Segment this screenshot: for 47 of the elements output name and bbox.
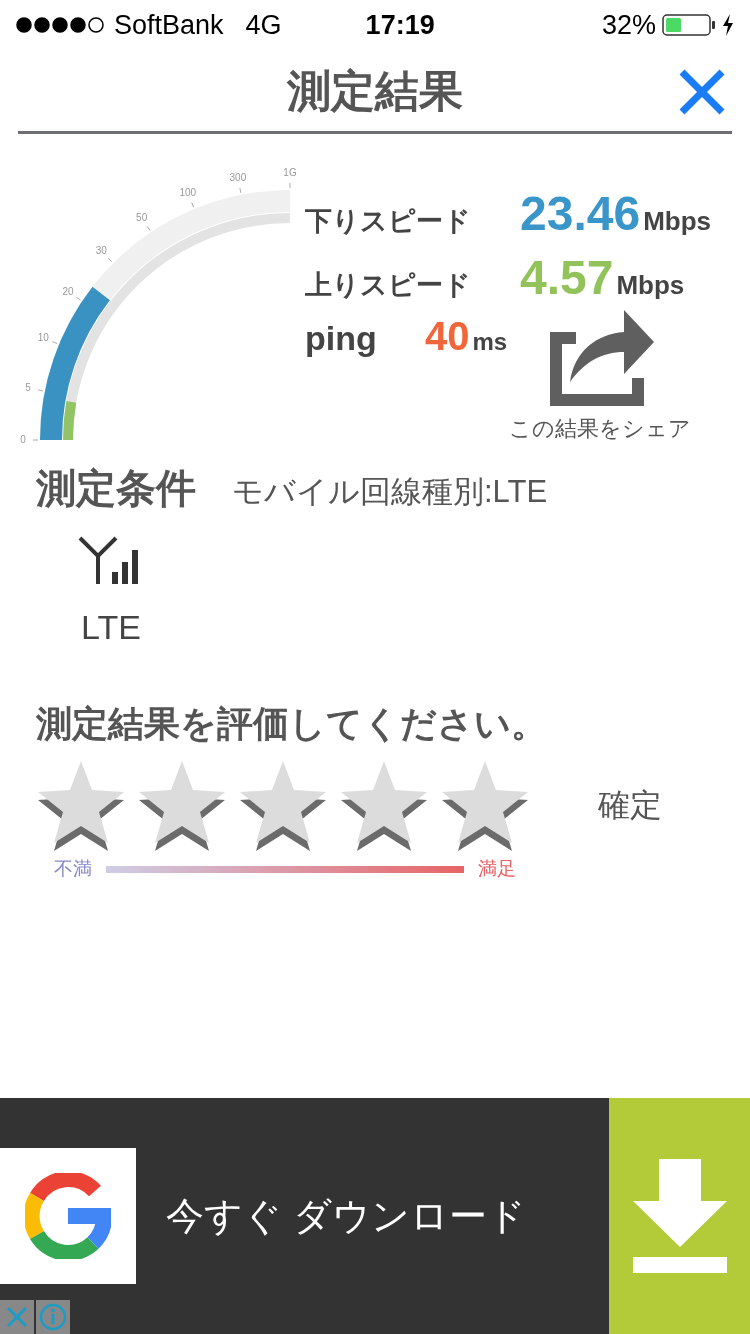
speed-label: 下りスピード — [305, 205, 472, 238]
tick-mark — [191, 202, 195, 208]
page-title: 測定結果 — [287, 64, 463, 117]
ad-text: 今すぐ ダウンロード — [166, 1193, 526, 1239]
result-unit: ms — [472, 327, 508, 357]
result-unit: Mbps — [616, 269, 685, 302]
tick-label: 1G — [283, 167, 297, 178]
tick-mark — [239, 187, 242, 194]
charging-icon — [722, 14, 734, 36]
tick-mark — [75, 296, 81, 301]
signal-strength-icon — [16, 17, 106, 33]
connection-type: モバイル回線種別:LTE — [232, 473, 548, 511]
scale-high-label: 満足 — [478, 857, 516, 881]
tick-label: 20 — [62, 285, 74, 297]
tick-label: 0 — [20, 434, 26, 445]
tick-mark — [289, 182, 291, 189]
tick-mark — [37, 389, 44, 392]
tick-label: 10 — [37, 331, 49, 343]
section-title: 測定条件 — [36, 465, 196, 512]
download-icon — [632, 1159, 727, 1273]
result-value: 40 — [425, 313, 470, 360]
clock-time: 17:19 — [365, 8, 435, 42]
tick-mark — [52, 341, 58, 345]
battery-icon — [662, 13, 716, 37]
tick-label: 100 — [179, 187, 197, 199]
ping-label: ping — [305, 318, 378, 359]
carrier-name: SoftBank — [114, 8, 224, 42]
close-button[interactable] — [678, 68, 726, 116]
scale-low-label: 不満 — [54, 857, 92, 881]
close-icon — [678, 68, 726, 116]
tick-label: 30 — [95, 245, 107, 257]
battery-percent: 32% — [601, 8, 656, 42]
tick-mark — [107, 257, 113, 263]
speed-label: 上りスピード — [305, 269, 472, 302]
network-label: LTE — [81, 607, 141, 648]
result-unit: Mbps — [643, 205, 711, 238]
tick-label: 300 — [229, 172, 247, 184]
confirm-button[interactable]: 確定 — [598, 781, 662, 829]
result-value: 4.57 — [520, 250, 614, 306]
tick-label: 5 — [25, 381, 31, 393]
tick-label: 50 — [136, 212, 148, 223]
result-value: 23.46 — [520, 186, 641, 242]
rating-prompt: 測定結果を評価してください。 — [36, 702, 548, 746]
g-logo-icon — [25, 1173, 111, 1259]
network-type: 4G — [245, 8, 282, 42]
tick-mark — [32, 439, 39, 441]
tick-mark — [146, 225, 151, 231]
